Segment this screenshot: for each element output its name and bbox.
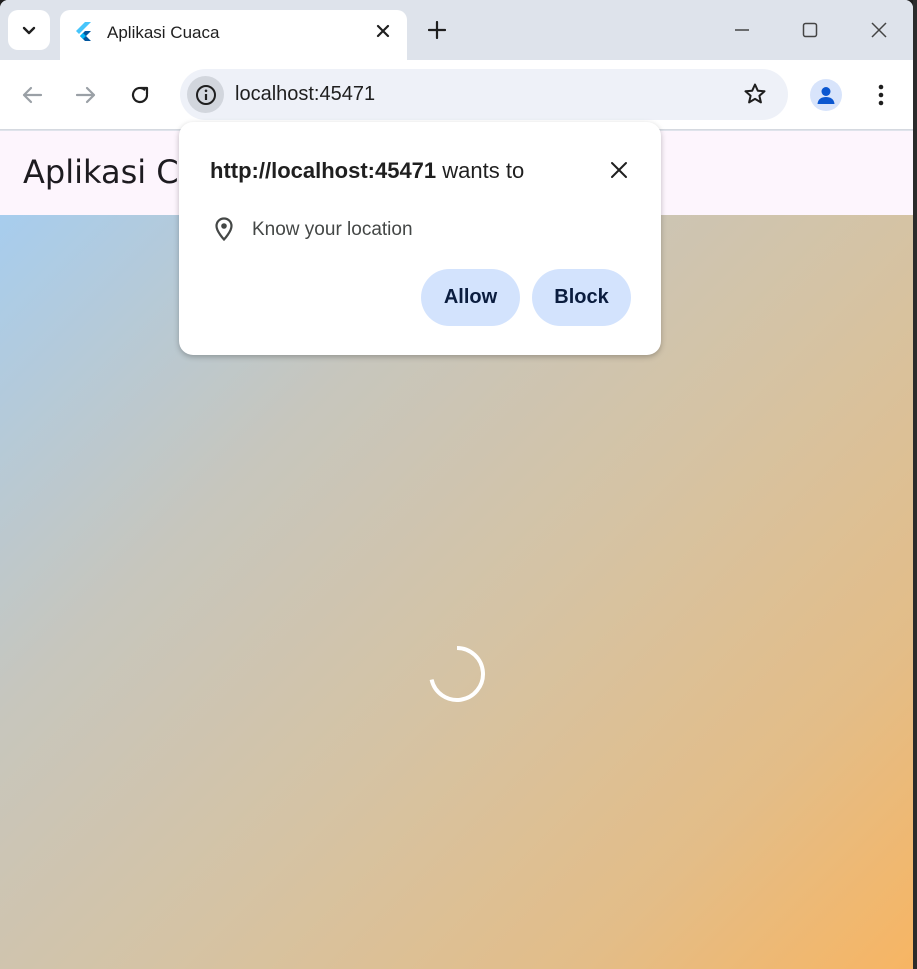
- url-text[interactable]: localhost:45471: [235, 83, 375, 106]
- browser-toolbar: localhost:45471: [0, 60, 913, 130]
- arrow-left-icon: [22, 86, 43, 104]
- plus-icon: [428, 21, 446, 39]
- person-icon: [817, 87, 835, 104]
- close-icon: [611, 162, 627, 178]
- address-bar[interactable]: localhost:45471: [180, 69, 788, 120]
- loading-spinner: [429, 646, 485, 702]
- reload-button[interactable]: [125, 80, 155, 110]
- tab-search-button[interactable]: [8, 10, 50, 50]
- minimize-icon: [735, 29, 749, 31]
- arrow-right-icon: [75, 86, 96, 104]
- back-button[interactable]: [17, 80, 47, 110]
- forward-button[interactable]: [71, 80, 101, 110]
- tab-close-button[interactable]: [373, 21, 393, 41]
- active-tab[interactable]: Aplikasi Cuaca: [60, 10, 407, 60]
- new-tab-button[interactable]: [423, 16, 451, 44]
- block-button[interactable]: Block: [532, 269, 631, 326]
- star-icon: [744, 83, 766, 104]
- permission-close-button[interactable]: [607, 158, 631, 182]
- browser-window: Aplikasi Cuaca localhost:45471 Aplikasi …: [0, 0, 913, 969]
- profile-button[interactable]: [810, 79, 842, 111]
- location-permission-dialog: http://localhost:45471 wants to Know you…: [179, 122, 661, 355]
- maximize-icon: [802, 22, 818, 38]
- tab-title: Aplikasi Cuaca: [107, 23, 220, 42]
- browser-menu-button[interactable]: [866, 80, 896, 110]
- tab-strip: Aplikasi Cuaca: [0, 0, 913, 60]
- permission-title: http://localhost:45471 wants to: [210, 158, 524, 184]
- location-pin-icon: [215, 217, 233, 241]
- kebab-menu-icon: [878, 84, 884, 106]
- maximize-button[interactable]: [796, 16, 824, 44]
- flutter-icon: [76, 22, 91, 41]
- minimize-button[interactable]: [728, 16, 756, 44]
- chevron-down-icon: [22, 26, 36, 35]
- close-window-button[interactable]: [865, 16, 893, 44]
- info-icon: [195, 84, 216, 105]
- desktop-background-edge: [913, 0, 917, 969]
- allow-button[interactable]: Allow: [421, 269, 520, 326]
- reload-icon: [131, 86, 149, 104]
- bookmark-button[interactable]: [742, 81, 768, 107]
- site-info-button[interactable]: [187, 76, 224, 113]
- permission-description: Know your location: [252, 219, 413, 240]
- permission-origin: http://localhost:45471: [210, 158, 437, 183]
- close-icon: [376, 24, 390, 38]
- permission-wants-to: wants to: [442, 158, 525, 183]
- close-icon: [871, 22, 887, 38]
